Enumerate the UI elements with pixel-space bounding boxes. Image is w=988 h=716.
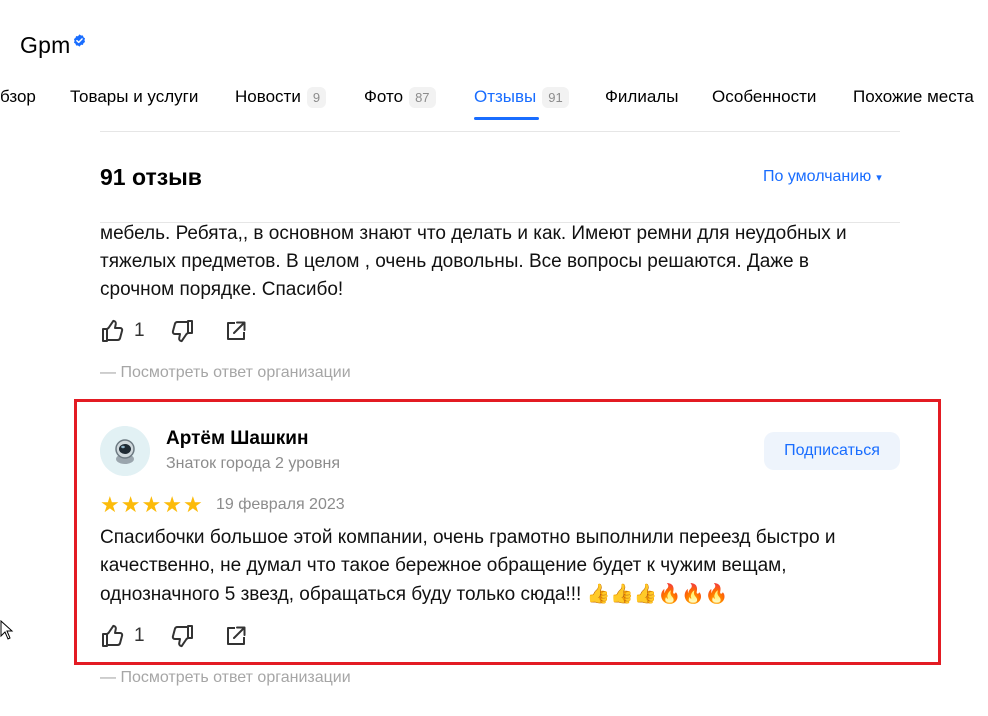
star-icon: ★ [120, 492, 141, 517]
tab-label: Отзывы [474, 87, 537, 106]
review-date: 19 февраля 2023 [216, 496, 345, 513]
star-icon: ★ [182, 492, 203, 517]
tab-overview[interactable]: бзор [0, 84, 36, 110]
thumbs-down-icon [171, 625, 193, 648]
review-text-line: Спасибочки большое этой компании, очень … [100, 527, 836, 548]
thumbs-down-icon [171, 320, 193, 343]
tabs-bar: бзор Товары и услуги Новости 9 Фото 87 О… [0, 84, 988, 120]
review-text: мебель. Ребята,, в основном знают что де… [100, 220, 900, 304]
dislike-button[interactable] [169, 318, 195, 344]
org-title: Gpm [20, 32, 86, 59]
tab-count-badge: 87 [409, 86, 436, 108]
org-name: Gpm [20, 32, 71, 58]
emoji-reactions: 👍👍👍🔥🔥🔥 [586, 583, 729, 605]
review-text-line: мебель. Ребята,, в основном знают что де… [100, 223, 847, 244]
review-text-line: однозначного 5 звезд, обращаться буду то… [100, 580, 900, 609]
review-text-line: срочном порядке. Спасибо! [100, 279, 344, 300]
divider [100, 131, 900, 132]
like-button[interactable]: 1 [100, 623, 145, 649]
tab-label: Новости [235, 87, 301, 106]
tab-label: Товары и услуги [70, 87, 199, 106]
astronaut-avatar-icon [100, 426, 150, 476]
review-text-line: качественно, не думал что такое бережное… [100, 555, 787, 576]
review-text-span: однозначного 5 звезд, обращаться буду то… [100, 584, 587, 605]
share-button[interactable] [223, 318, 249, 344]
tab-reviews[interactable]: Отзывы 91 [474, 84, 569, 110]
tab-label: Похожие места [853, 87, 974, 106]
tab-news[interactable]: Новости 9 [235, 84, 327, 110]
tab-label: Фото [364, 87, 404, 106]
star-icon: ★ [100, 492, 120, 517]
tab-count-badge: 91 [542, 86, 569, 108]
thumbs-up-icon [102, 319, 124, 342]
review-actions: 1 [100, 623, 249, 649]
dislike-button[interactable] [169, 623, 195, 649]
tab-label: Особенности [712, 87, 817, 106]
share-icon [226, 321, 246, 340]
thumbs-up-icon [102, 624, 124, 647]
review-text-line: тяжелых предметов. В целом , очень довол… [100, 251, 809, 272]
tab-photos[interactable]: Фото 87 [364, 84, 436, 110]
active-tab-indicator [474, 117, 539, 120]
tab-similar-places[interactable]: Похожие места [853, 84, 974, 110]
like-count: 1 [134, 625, 145, 646]
subscribe-button[interactable]: Подписаться [764, 432, 900, 470]
tab-branches[interactable]: Филиалы [605, 84, 678, 110]
sort-label: По умолчанию [763, 168, 872, 185]
tab-label: бзор [0, 87, 36, 106]
reviews-count-heading: 91 отзыв [100, 164, 202, 190]
mouse-cursor-icon [0, 620, 14, 640]
avatar[interactable] [100, 426, 150, 476]
view-org-reply-link[interactable]: — Посмотреть ответ организации [100, 669, 351, 687]
share-button[interactable] [223, 623, 249, 649]
review-actions: 1 [100, 318, 249, 344]
star-icon: ★ [162, 492, 182, 517]
share-icon [226, 626, 246, 645]
like-button[interactable]: 1 [100, 318, 145, 344]
rating-stars: ★ ★ ★ ★ ★ [100, 494, 204, 516]
review-author-level: Знаток города 2 уровня [166, 455, 341, 472]
star-icon: ★ [141, 492, 162, 517]
tab-products[interactable]: Товары и услуги [70, 84, 198, 110]
view-org-reply-link[interactable]: — Посмотреть ответ организации [100, 364, 351, 382]
review-text: Спасибочки большое этой компании, очень … [100, 524, 900, 609]
like-count: 1 [134, 320, 145, 341]
tab-count-badge: 9 [306, 86, 327, 108]
review-author-name[interactable]: Артём Шашкин [166, 428, 308, 450]
verified-check-icon [74, 34, 86, 47]
tab-label: Филиалы [605, 87, 679, 106]
sort-dropdown[interactable]: По умолчанию ▾ [763, 168, 882, 186]
tab-features[interactable]: Особенности [712, 84, 816, 110]
chevron-down-icon: ▾ [876, 171, 882, 184]
